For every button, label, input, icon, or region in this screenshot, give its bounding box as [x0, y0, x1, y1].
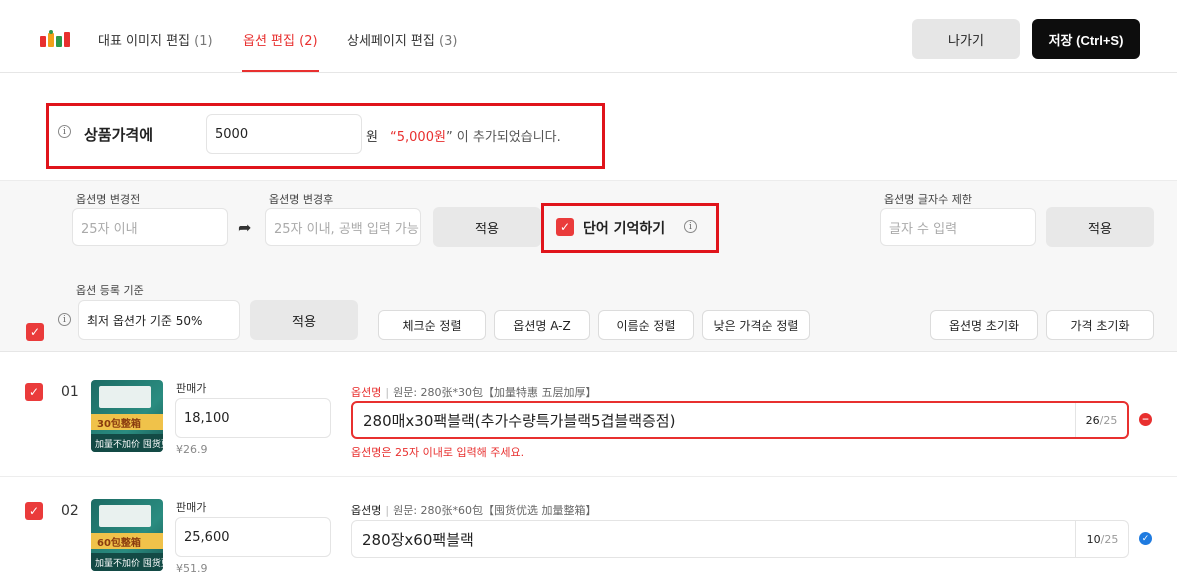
memo-info-icon[interactable]: i	[684, 220, 697, 233]
info-icon[interactable]: i	[58, 125, 71, 138]
reset-option-name-button[interactable]: 옵션명 초기화	[930, 310, 1038, 340]
tab-option-edit-label: 옵션 편집	[243, 34, 295, 49]
product-thumbnail: 30包整箱 加量不加价 囤货更划算	[91, 380, 163, 452]
original-price: ¥51.9	[176, 562, 208, 575]
limit-apply-button[interactable]: 적용	[1046, 207, 1154, 247]
option-header: 옵션명 | 원문: 280张*60包【囤货优选 加量整箱】	[351, 504, 597, 517]
before-label: 옵션명 변경전	[76, 193, 141, 206]
row-number: 02	[61, 503, 79, 519]
sale-price-input[interactable]: 18,100	[175, 398, 331, 438]
option-name-label: 옵션명	[351, 504, 382, 517]
check-valid-icon: ✓	[1139, 532, 1152, 545]
thumb-bottom-text: 加量不加价 囤货更划算	[95, 440, 163, 450]
replace-arrow-icon: ➦	[238, 218, 252, 237]
option-error-message: 옵션명은 25자 이내로 입력해 주세요.	[351, 446, 525, 459]
option-original-text: 원문: 280张*30包【加量特惠 五层加厚】	[393, 386, 597, 399]
option-name-value: 280매x30팩블랙(추가수량특가블랙5겹블랙증점)	[363, 411, 676, 430]
tab-detail-page-count: (3)	[439, 34, 458, 49]
thumb-band: 60包整箱	[91, 533, 163, 549]
exit-button[interactable]: 나가기	[912, 19, 1020, 59]
save-button[interactable]: 저장 (Ctrl+S)	[1032, 19, 1140, 59]
sale-price-input[interactable]: 25,600	[175, 517, 331, 557]
tab-main-image[interactable]: 대표 이미지 편집 (1)	[98, 30, 213, 49]
remove-icon[interactable]: −	[1139, 413, 1152, 426]
original-price: ¥26.9	[176, 443, 208, 456]
notice-amount: 5,000원	[396, 130, 446, 145]
limit-label: 옵션명 글자수 제한	[884, 193, 972, 206]
after-label: 옵션명 변경후	[269, 193, 334, 206]
row-divider	[0, 476, 1177, 477]
replace-apply-button[interactable]: 적용	[433, 207, 541, 247]
option-name-input[interactable]: 280장x60팩블랙 10/25	[351, 520, 1129, 558]
memo-label: 단어 기억하기	[583, 221, 666, 237]
tab-main-image-count: (1)	[194, 34, 213, 49]
char-counter: 10/25	[1075, 521, 1129, 557]
price-label: 상품가격에	[84, 126, 154, 144]
tab-detail-page[interactable]: 상세페이지 편집 (3)	[347, 30, 457, 49]
basis-info-icon[interactable]: i	[58, 313, 71, 326]
row-checkbox[interactable]: ✓	[25, 502, 43, 520]
sale-price-label: 판매가	[176, 382, 207, 395]
char-count: 10	[1086, 532, 1101, 546]
limit-input[interactable]: 글자 수 입력	[880, 208, 1036, 246]
after-input[interactable]: 25자 이내, 공백 입력 가능	[265, 208, 421, 246]
sort-name-az-button[interactable]: 옵션명 A-Z	[494, 310, 590, 340]
option-name-value: 280장x60팩블랙	[362, 530, 474, 549]
thumb-band: 30包整箱	[91, 414, 163, 430]
reset-price-button[interactable]: 가격 초기화	[1046, 310, 1154, 340]
tab-detail-page-label: 상세페이지 편집	[347, 34, 435, 49]
product-thumbnail: 60包整箱 加量不加价 囤货更划算	[91, 499, 163, 571]
thumb-bottom-text: 加量不加价 囤货更划算	[95, 559, 163, 569]
thumb-bottom: 加量不加价 囤货更划算	[91, 434, 163, 452]
sort-low-price-button[interactable]: 낮은 가격순 정렬	[702, 310, 810, 340]
tab-option-edit-count: (2)	[299, 34, 318, 49]
top-header: 대표 이미지 편집 (1) 옵션 편집 (2) 상세페이지 편집 (3) 나가기…	[0, 0, 1177, 73]
memo-checkbox[interactable]: ✓	[556, 218, 574, 236]
thumb-package	[99, 386, 151, 408]
thumb-band-text: 30包整箱	[97, 419, 141, 430]
char-count: 26	[1085, 413, 1100, 427]
tab-main-image-label: 대표 이미지 편집	[98, 34, 190, 49]
tab-option-edit[interactable]: 옵션 편집 (2)	[243, 30, 318, 49]
option-name-label: 옵션명	[351, 386, 382, 399]
basis-label: 옵션 등록 기준	[76, 284, 144, 297]
basis-select[interactable]: 최저 옵션가 기준 50%	[78, 300, 240, 340]
option-name-input[interactable]: 280매x30팩블랙(추가수량특가블랙5겹블랙증점) 26/25	[351, 401, 1129, 439]
char-counter: 26/25	[1075, 403, 1127, 437]
option-header: 옵션명 | 원문: 280张*30包【加量特惠 五层加厚】	[351, 386, 597, 399]
thumb-bottom: 加量不加价 囤货更划算	[91, 553, 163, 571]
select-all-checkbox[interactable]: ✓	[26, 323, 44, 341]
sort-name-button[interactable]: 이름순 정렬	[598, 310, 694, 340]
price-unit: 원	[366, 130, 378, 145]
thumb-package	[99, 505, 151, 527]
notice-suffix: ” 이 추가되었습니다.	[445, 130, 561, 145]
sort-check-button[interactable]: 체크순 정렬	[378, 310, 486, 340]
row-checkbox[interactable]: ✓	[25, 383, 43, 401]
price-input[interactable]: 5000	[206, 114, 362, 154]
before-input[interactable]: 25자 이내	[72, 208, 228, 246]
notice-open-quote: “	[390, 130, 397, 145]
sale-price-label: 판매가	[176, 501, 207, 514]
brand-logo	[40, 30, 70, 47]
price-notice: “5,000원” 이 추가되었습니다.	[390, 126, 561, 145]
basis-apply-button[interactable]: 적용	[250, 300, 358, 340]
row-number: 01	[61, 384, 79, 400]
char-max: /25	[1099, 413, 1118, 427]
char-max: /25	[1100, 532, 1119, 546]
thumb-band-text: 60包整箱	[97, 538, 141, 549]
active-tab-underline	[242, 70, 319, 72]
option-original-text: 원문: 280张*60包【囤货优选 加量整箱】	[393, 504, 597, 517]
